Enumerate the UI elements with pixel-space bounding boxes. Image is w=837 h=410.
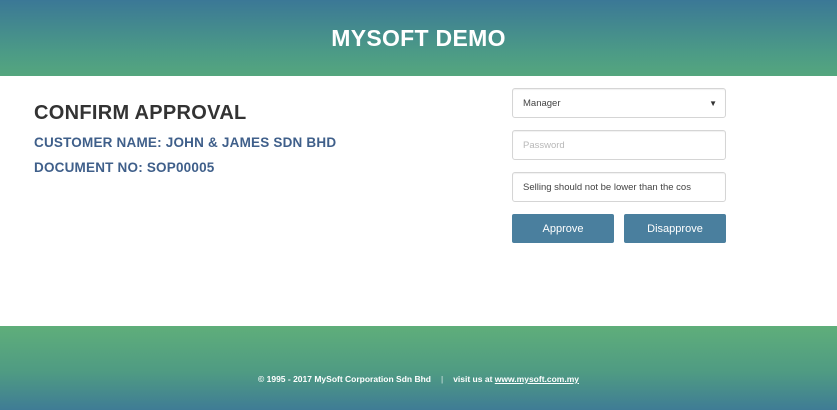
role-select[interactable]: Manager ▼ — [512, 88, 726, 118]
copyright-text: © 1995 - 2017 MySoft Corporation Sdn Bhd — [257, 374, 431, 384]
approval-page: MYSOFT DEMO CONFIRM APPROVAL CUSTOMER NA… — [0, 0, 837, 410]
remark-field[interactable]: Selling should not be lower than the cos — [512, 172, 726, 202]
approve-button[interactable]: Approve — [512, 214, 614, 243]
customer-name: CUSTOMER NAME: JOHN & JAMES SDN BHD — [34, 135, 337, 150]
role-select-value: Manager — [523, 97, 561, 109]
visit-prefix: visit us at — [453, 374, 493, 384]
footer-separator: | — [440, 374, 444, 384]
website-link[interactable]: www.mysoft.com.my — [495, 374, 579, 384]
visit-text: visit us at www.mysoft.com.my — [453, 374, 579, 384]
remark-value: Selling should not be lower than the cos — [523, 181, 691, 193]
footer-bar: © 1995 - 2017 MySoft Corporation Sdn Bhd… — [0, 326, 837, 410]
approval-form: Manager ▼ Password Selling should not be… — [512, 88, 726, 243]
document-number: DOCUMENT NO: SOP00005 — [34, 160, 215, 175]
approval-info: CONFIRM APPROVAL CUSTOMER NAME: JOHN & J… — [34, 102, 336, 185]
password-field[interactable]: Password — [512, 130, 726, 160]
disapprove-button[interactable]: Disapprove — [624, 214, 726, 243]
page-title: CONFIRM APPROVAL — [34, 102, 247, 124]
app-title: MYSOFT DEMO — [331, 24, 506, 51]
footer-text: © 1995 - 2017 MySoft Corporation Sdn Bhd… — [258, 374, 579, 384]
action-buttons: Approve Disapprove — [512, 214, 726, 243]
chevron-down-icon: ▼ — [709, 98, 717, 108]
password-placeholder: Password — [523, 139, 565, 151]
header-bar: MYSOFT DEMO — [0, 0, 837, 76]
